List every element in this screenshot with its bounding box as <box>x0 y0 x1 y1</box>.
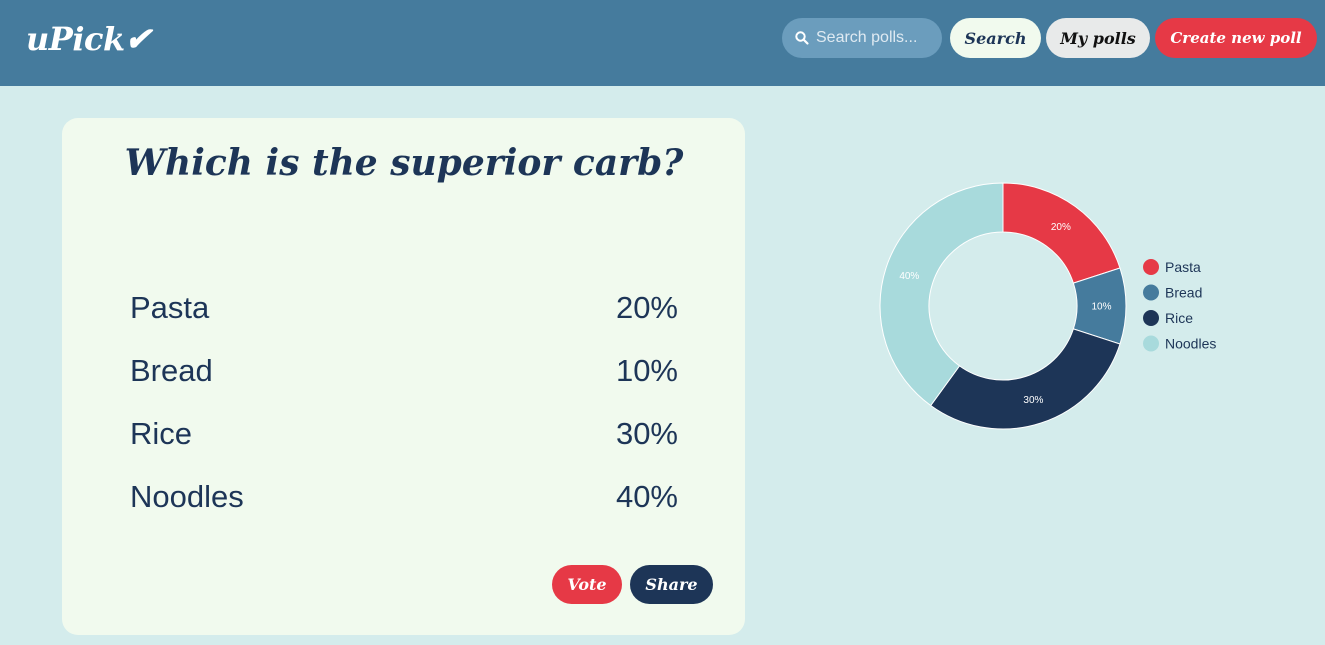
legend-label-rice[interactable]: Rice <box>1165 310 1193 326</box>
slice-label-noodles: 40% <box>899 271 919 282</box>
option-percent: 20% <box>615 290 678 325</box>
option-label: Rice <box>130 416 193 451</box>
option-percent: 40% <box>615 479 678 514</box>
option-label: Pasta <box>130 290 210 325</box>
legend-label-bread[interactable]: Bread <box>1165 285 1202 301</box>
legend-label-pasta[interactable]: Pasta <box>1165 259 1201 275</box>
legend-swatch-noodles[interactable] <box>1143 335 1159 352</box>
slice-label-pasta: 20% <box>1051 222 1071 233</box>
option-label: Noodles <box>130 479 244 514</box>
option-percent: 30% <box>615 416 678 451</box>
create-new-poll-button[interactable]: Create new poll <box>1155 18 1317 58</box>
poll-title: Which is the superior carb? <box>124 142 684 184</box>
search-box[interactable] <box>782 18 942 58</box>
results-donut-chart: 20% 10% 30% 40% Pasta Bread Rice Noodles <box>879 182 1216 430</box>
legend-swatch-rice[interactable] <box>1143 310 1159 326</box>
search-input[interactable] <box>816 29 934 47</box>
donut-slice-rice[interactable] <box>930 328 1121 430</box>
legend-label-noodles[interactable]: Noodles <box>1165 336 1216 352</box>
donut-slice-noodles[interactable] <box>879 182 1004 407</box>
share-button[interactable]: Share <box>630 565 713 604</box>
option-label: Bread <box>130 353 213 388</box>
option-percent: 10% <box>615 353 678 388</box>
search-icon <box>795 31 809 45</box>
donut-slice-pasta[interactable] <box>1002 182 1121 284</box>
poll-option-pasta[interactable]: Pasta 20% <box>130 288 678 328</box>
poll-option-rice[interactable]: Rice 30% <box>130 414 678 454</box>
vote-button[interactable]: Vote <box>552 565 622 604</box>
logo[interactable]: uPick✔ <box>26 20 151 58</box>
navbar: uPick✔ Search My polls Create new poll <box>0 0 1325 86</box>
my-polls-button[interactable]: My polls <box>1046 18 1150 58</box>
poll-option-bread[interactable]: Bread 10% <box>130 351 678 391</box>
slice-label-rice: 30% <box>1023 395 1043 406</box>
slice-label-bread: 10% <box>1091 302 1111 313</box>
legend-swatch-pasta[interactable] <box>1143 259 1159 275</box>
poll-option-noodles[interactable]: Noodles 40% <box>130 477 678 517</box>
search-button[interactable]: Search <box>950 18 1041 58</box>
legend-swatch-bread[interactable] <box>1143 284 1159 301</box>
